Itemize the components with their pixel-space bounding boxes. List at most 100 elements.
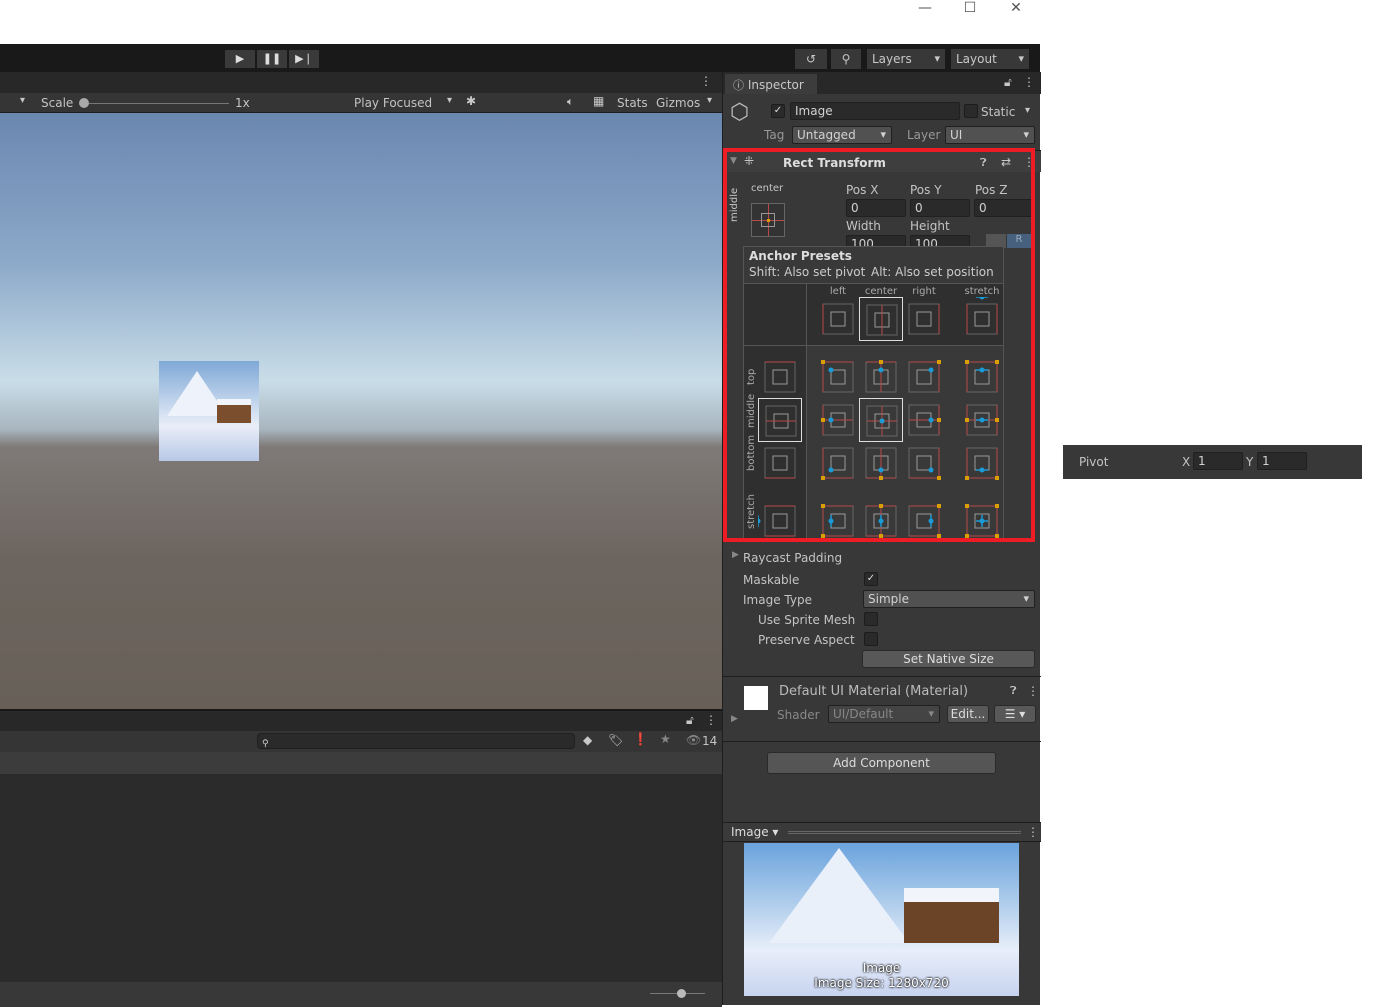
object-name-input[interactable]: Image [790, 102, 960, 120]
grid-icon[interactable]: ▦ [593, 94, 604, 108]
history-icon[interactable]: ↺ [795, 49, 827, 69]
pivot-y-label: Y [1246, 455, 1254, 469]
cabin-shape [904, 888, 999, 943]
more-icon[interactable]: ⋮ [1027, 684, 1039, 698]
active-checkbox[interactable]: ✓ [771, 104, 785, 118]
star-icon[interactable]: ★ [660, 732, 671, 746]
close-button[interactable]: ✕ [994, 0, 1038, 18]
add-component-button[interactable]: Add Component [767, 752, 996, 774]
image-type-value: Simple [868, 592, 909, 606]
audio-icon[interactable]: 🔈︎ [567, 95, 574, 109]
tag-value: Untagged [797, 128, 856, 142]
lock-icon[interactable]: 🔓︎ [686, 713, 694, 728]
more-icon[interactable]: ⋮ [700, 74, 712, 88]
game-tab-bar: ⋮ [0, 72, 722, 93]
static-dropdown[interactable]: ▾ [1025, 105, 1030, 116]
preserve-aspect-label: Preserve Aspect [758, 633, 855, 647]
shader-label: Shader [777, 708, 820, 722]
gizmos-dropdown[interactable]: ▾ [707, 95, 712, 106]
tag-dropdown[interactable]: Untagged [792, 126, 892, 144]
maximize-button[interactable]: ☐ [948, 0, 992, 18]
image-type-dropdown[interactable]: Simple [863, 590, 1035, 608]
scene-image [159, 361, 259, 461]
foldout-arrow[interactable]: ▶ [731, 714, 738, 724]
use-sprite-mesh-checkbox[interactable] [864, 612, 878, 626]
warning-icon[interactable]: ❗ [633, 732, 648, 746]
preview-caption-name: Image [862, 961, 901, 975]
help-icon[interactable]: ❓︎ [1010, 684, 1017, 698]
mountain-shape [769, 848, 909, 943]
preview-caption-size: Image Size: 1280x720 [814, 976, 949, 990]
scale-slider[interactable] [89, 103, 229, 104]
edit-shader-button[interactable]: Edit... [947, 705, 989, 723]
eye-icon[interactable]: 👁︎ [686, 733, 701, 747]
highlight-box [723, 148, 1035, 542]
pivot-y-value: 1 [1262, 454, 1270, 468]
stats-button[interactable]: Stats [617, 96, 648, 110]
pivot-x-label: X [1182, 455, 1191, 469]
pivot-panel: Pivot X 1 Y 1 [1063, 445, 1362, 479]
type-filter-icon[interactable]: ◆ [583, 733, 592, 747]
foldout-arrow[interactable]: ▶ [732, 550, 739, 560]
use-sprite-mesh-label: Use Sprite Mesh [758, 613, 856, 627]
maskable-checkbox[interactable]: ✓ [864, 572, 878, 586]
cabin-shape [217, 399, 251, 423]
chevron-down-icon[interactable]: ▾ [447, 95, 452, 106]
tag-label: Tag [764, 128, 785, 142]
shader-dropdown[interactable]: UI/Default [828, 705, 940, 723]
material-thumbnail [744, 686, 768, 710]
maskable-label: Maskable [743, 573, 800, 587]
layout-label: Layout [956, 52, 997, 66]
label-filter-icon[interactable]: 🏷︎ [608, 733, 623, 747]
more-icon[interactable]: ⋮ [1023, 75, 1035, 89]
search-icon[interactable]: ⚲ [831, 49, 861, 69]
layer-dropdown[interactable]: UI [945, 126, 1035, 144]
inspector-tab-label: Inspector [747, 78, 804, 92]
pause-button[interactable]: ❚❚ [257, 50, 287, 68]
layout-dropdown[interactable]: Layout [951, 49, 1029, 69]
preserve-aspect-checkbox[interactable] [864, 632, 878, 646]
scale-label: Scale [41, 96, 74, 110]
scale-value: 1x [235, 96, 250, 110]
scale-slider-thumb[interactable] [79, 98, 89, 108]
window-title-bar [0, 0, 1040, 44]
project-panel: 🔓︎ ⋮ ⚲ ◆ 🏷︎ ❗ ★ 👁︎ 14 [0, 709, 722, 1007]
preview-drag-handle[interactable] [788, 831, 1021, 834]
material-name: Default UI Material (Material) [779, 684, 969, 699]
gameobject-cube-icon[interactable]: ⬡ [730, 100, 749, 125]
object-name: Image [795, 104, 833, 118]
layers-label: Layers [872, 52, 912, 66]
shader-options-button[interactable]: ☰ ▾ [994, 705, 1036, 723]
raycast-padding-label[interactable]: Raycast Padding [743, 551, 842, 565]
display-dropdown[interactable]: ▾ [20, 95, 25, 106]
set-native-size-button[interactable]: Set Native Size [862, 650, 1035, 668]
play-mode-dropdown[interactable]: Play Focused [354, 96, 432, 110]
play-button[interactable]: ▶ [225, 50, 255, 68]
search-icon: ⚲ [262, 739, 269, 749]
static-checkbox[interactable] [964, 104, 978, 118]
game-viewport[interactable] [0, 113, 722, 709]
tab-inspector[interactable]: ⓘ Inspector [725, 74, 817, 94]
layers-dropdown[interactable]: Layers [867, 49, 945, 69]
pivot-label: Pivot [1079, 455, 1109, 469]
game-toolbar: ▾ Scale 1x Play Focused ▾ ✱ 🔈︎ ▦ Stats G… [0, 93, 722, 113]
lock-icon[interactable]: 🔓︎ [1004, 75, 1012, 90]
pivot-y-input[interactable]: 1 [1257, 452, 1307, 470]
pivot-x-input[interactable]: 1 [1193, 452, 1243, 470]
image-type-label: Image Type [743, 593, 812, 607]
static-label: Static [981, 105, 1016, 119]
hidden-count: 14 [702, 734, 718, 748]
preview-title: Image [731, 825, 769, 839]
zoom-slider-thumb[interactable] [677, 989, 686, 998]
pivot-x-value: 1 [1198, 454, 1206, 468]
bug-icon[interactable]: ✱ [466, 94, 476, 108]
gizmos-button[interactable]: Gizmos [656, 96, 700, 110]
search-input[interactable]: ⚲ [257, 733, 575, 749]
step-button[interactable]: ▶❘ [289, 50, 319, 68]
more-icon[interactable]: ⋮ [705, 713, 717, 727]
preview-dropdown[interactable]: Image ▾ [731, 825, 778, 839]
minimize-button[interactable]: — [903, 0, 947, 18]
more-icon[interactable]: ⋮ [1027, 825, 1039, 839]
layer-label: Layer [907, 128, 941, 142]
image-preview: Image Image Size: 1280x720 [744, 843, 1019, 996]
